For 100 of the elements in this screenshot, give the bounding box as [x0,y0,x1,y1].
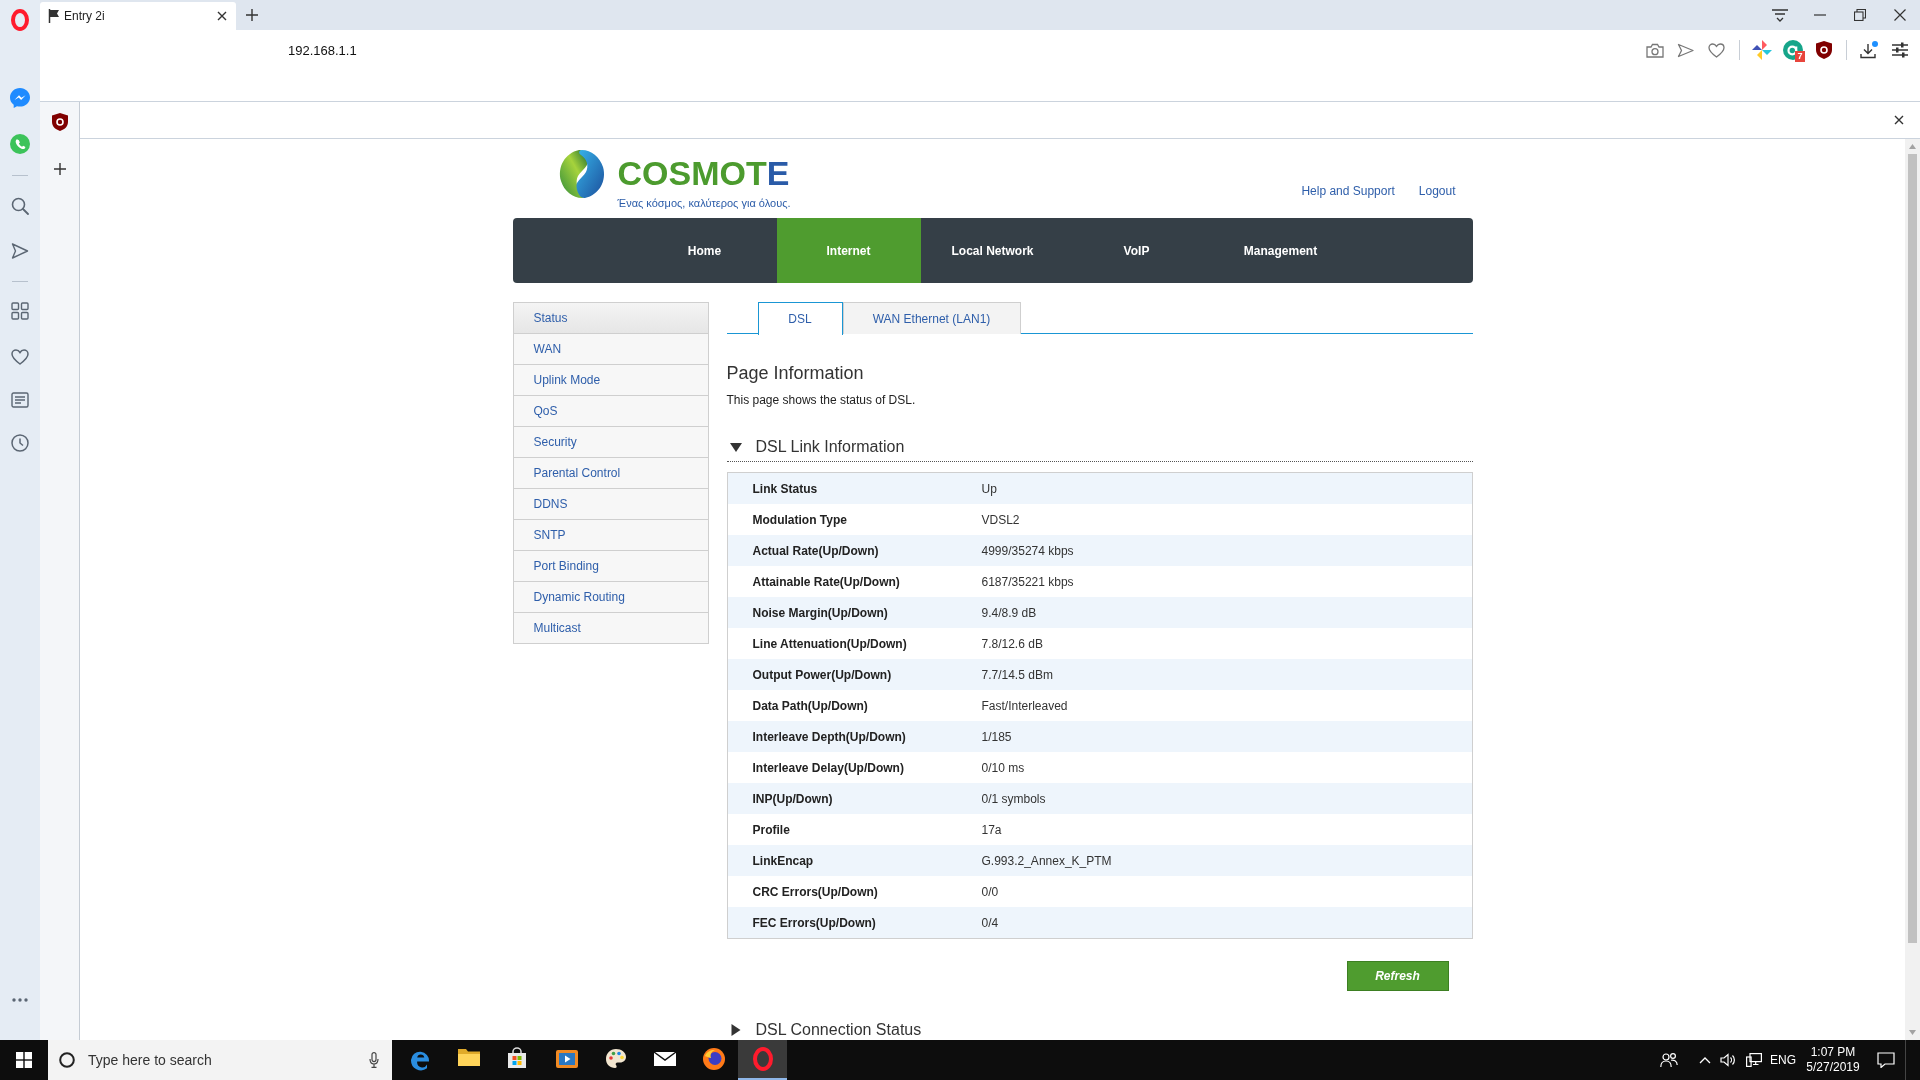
browser-globe-icon[interactable] [701,1047,726,1071]
o-logo-icon[interactable] [750,1047,775,1071]
page-title: Page Information [726,362,865,384]
section-title[interactable]: DSL Link Information [755,438,905,456]
search-icon[interactable] [11,197,29,215]
chat-bubble-icon[interactable] [10,88,30,108]
camera-icon[interactable] [1645,42,1664,58]
sidebar-item[interactable]: Security [513,427,708,458]
logo-wordmark: COSMOTE [617,155,791,191]
window-panes-icon[interactable] [16,1052,32,1068]
sidebar-item[interactable]: Multicast [513,613,708,644]
row-label: Actual Rate(Up/Down) [751,543,880,558]
grid-icon[interactable] [11,302,29,320]
ring-icon [59,1052,75,1068]
row-value: VDSL2 [981,512,1020,527]
row-value: 4999/35274 kbps [981,543,1074,558]
row-label: Line Attenuation(Up/Down) [751,636,908,651]
row-value: 1/185 [981,729,1012,744]
row-value: Fast/Interleaved [981,698,1068,713]
refresh-button[interactable]: Refresh [1346,961,1449,991]
row-label: Output Power(Up/Down) [751,667,893,682]
row-label: Interleave Delay(Up/Down) [751,760,905,775]
palette-icon[interactable] [603,1047,628,1071]
row-value: 17a [981,822,1002,837]
nav-tab[interactable]: Management [1208,218,1353,283]
browser-tab[interactable]: Entry 2i [40,2,236,30]
row-value: 6187/35221 kbps [981,574,1074,589]
language-indicator[interactable]: ENG [1769,1040,1797,1080]
people-icon[interactable] [1660,1052,1678,1068]
sliders-icon[interactable] [1891,42,1908,58]
sidebar-item[interactable]: QoS [513,396,708,427]
row-label: Modulation Type [751,512,848,527]
sidebar-item[interactable]: Dynamic Routing [513,582,708,613]
chevron-up-icon[interactable] [1699,1056,1711,1064]
sidebar-item[interactable]: Parental Control [513,458,708,489]
plus-icon[interactable] [53,163,66,175]
close-icon[interactable] [217,11,227,21]
row-value: 7.8/12.6 dB [981,636,1043,651]
row-label: INP(Up/Down) [751,791,834,806]
row-value: Up [981,481,997,496]
news-icon[interactable] [11,392,29,408]
row-value: 9.4/8.9 dB [981,605,1037,620]
plus-icon[interactable] [246,9,258,21]
heart-icon[interactable] [1708,42,1725,58]
network-icon[interactable] [1746,1053,1762,1067]
clock-date[interactable]: 5/27/2019 [1806,1060,1860,1075]
search-field[interactable]: Type here to search [48,1040,392,1080]
row-label: Interleave Depth(Up/Down) [751,729,907,744]
tab[interactable]: DSL [757,302,843,335]
section-title[interactable]: DSL Connection Status [755,1021,922,1039]
header-link[interactable]: Logout [1418,184,1456,198]
row-label: CRC Errors(Up/Down) [751,884,879,899]
sidebar-item[interactable]: SNTP [513,520,708,551]
row-value: 0/4 [981,915,999,930]
sidebar-item[interactable]: Status [513,303,708,334]
row-value: 0/1 symbols [981,791,1046,806]
row-value: 0/0 [981,884,999,899]
microphone-icon[interactable] [369,1052,379,1068]
more-icon[interactable] [12,998,28,1002]
nav-tab[interactable]: Internet [776,218,921,283]
pinwheel-icon[interactable] [1751,40,1772,60]
sidebar-item[interactable]: WAN [513,334,708,365]
media-player-icon[interactable] [554,1047,579,1071]
flag-icon [48,9,60,23]
sidebar-item[interactable]: Port Binding [513,551,708,582]
tab-menu-icon[interactable] [1771,8,1789,22]
nav-tab[interactable]: Home [632,218,777,283]
row-label: Link Status [751,481,819,496]
close-icon[interactable] [1894,115,1904,125]
speaker-icon[interactable] [1720,1053,1736,1067]
row-label: Attainable Rate(Up/Down) [751,574,901,589]
heart-icon[interactable] [11,349,29,365]
download-icon[interactable] [1859,41,1878,59]
row-label: Noise Margin(Up/Down) [751,605,889,620]
shield-icon[interactable] [51,113,68,131]
nav-tab[interactable]: VoIP [1064,218,1209,283]
nav-tab[interactable]: Local Network [920,218,1065,283]
row-value: 0/10 ms [981,760,1025,775]
tab[interactable]: WAN Ethernet (LAN1) [842,302,1021,334]
row-label: LinkEncap [751,853,815,868]
send-icon[interactable] [11,242,29,260]
restore-icon[interactable] [1854,9,1866,21]
notification-icon[interactable] [1877,1052,1895,1068]
clock-icon[interactable] [11,434,29,452]
scrollbar-thumb[interactable] [1908,154,1917,943]
clock-time[interactable]: 1:07 PM [1810,1045,1856,1060]
close-icon[interactable] [1894,9,1906,21]
header-link[interactable]: Help and Support [1301,184,1395,198]
triangle-icon[interactable] [729,1024,742,1036]
shield-icon[interactable] [1815,41,1832,59]
logo-tagline: Ένας κόσμος, καλύτερος για όλους. [617,196,791,210]
o-logo-icon[interactable] [10,9,30,31]
row-label: Data Path(Up/Down) [751,698,869,713]
sidebar-item[interactable]: Uplink Mode [513,365,708,396]
row-value: G.993.2_Annex_K_PTM [981,853,1112,868]
url-field[interactable]: 192.168.1.1 [288,42,357,58]
send-icon[interactable] [1677,42,1694,58]
row-label: Profile [751,822,791,837]
sidebar-item[interactable]: DDNS [513,489,708,520]
triangle-icon[interactable] [729,442,742,452]
